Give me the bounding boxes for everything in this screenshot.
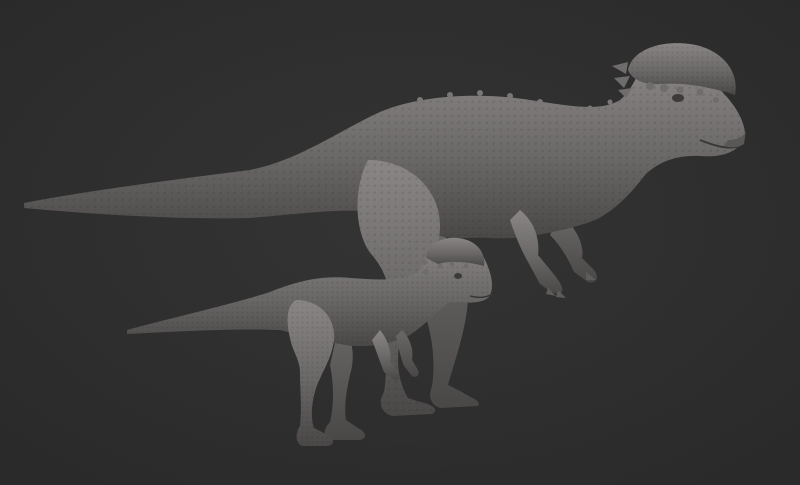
adult-eye bbox=[672, 94, 684, 102]
render-viewport bbox=[0, 0, 800, 485]
sculpt-render bbox=[0, 0, 800, 485]
juvenile-eye bbox=[454, 273, 462, 279]
